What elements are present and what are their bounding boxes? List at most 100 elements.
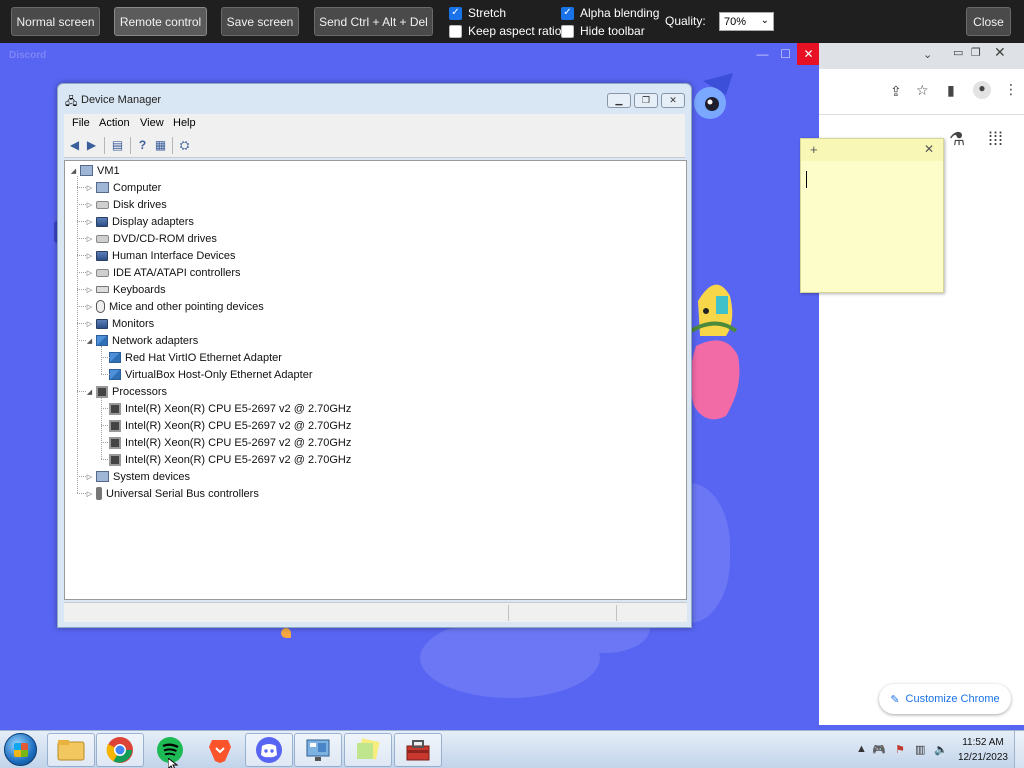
collapse-arrow-icon[interactable]: ◢ <box>85 337 94 345</box>
expand-arrow-icon[interactable]: ▷ <box>85 303 94 311</box>
sticky-notes-icon[interactable] <box>344 733 392 767</box>
scan-hardware-icon[interactable]: ⛭ <box>176 137 193 153</box>
close-icon[interactable]: ✕ <box>994 44 1006 61</box>
show-desktop-button[interactable] <box>1014 731 1024 768</box>
close-icon[interactable]: ✕ <box>661 93 685 108</box>
back-arrow-icon[interactable]: ◀ <box>66 137 83 153</box>
tree-category-item[interactable]: ◢ Processors <box>85 383 167 400</box>
brave-icon[interactable] <box>196 733 244 767</box>
apps-grid-icon[interactable]: ⁞⁞⁞ <box>988 129 1003 150</box>
menu-file[interactable]: File <box>72 117 90 129</box>
minimize-icon[interactable]: — <box>751 43 774 65</box>
discord-icon[interactable] <box>245 733 293 767</box>
quality-select[interactable]: 70% ⌄ <box>719 12 774 31</box>
save-screen-button[interactable]: Save screen <box>221 7 299 36</box>
collapse-arrow-icon[interactable]: ◢ <box>85 388 94 396</box>
tree-device-item[interactable]: VirtualBox Host-Only Ethernet Adapter <box>109 366 313 383</box>
restore-icon[interactable]: ❐ <box>634 93 658 108</box>
expand-arrow-icon[interactable]: ▷ <box>85 201 94 209</box>
network-icon[interactable]: ▥ <box>915 743 925 756</box>
tree-category-item[interactable]: ▷ Keyboards <box>85 281 166 298</box>
expand-arrow-icon[interactable]: ▷ <box>85 252 94 260</box>
side-panel-icon[interactable]: ▮ <box>947 82 955 99</box>
labs-flask-icon[interactable]: ⚗ <box>949 129 965 150</box>
expand-arrow-icon[interactable]: ▷ <box>85 269 94 277</box>
action-center-icon[interactable]: ⚑ <box>895 743 905 756</box>
forward-arrow-icon[interactable]: ▶ <box>83 137 100 153</box>
keep-aspect-ratio-option[interactable]: Keep aspect ratio <box>449 24 561 38</box>
expand-arrow-icon[interactable]: ▷ <box>85 218 94 226</box>
sticky-note[interactable]: + ✕ <box>800 138 944 293</box>
tree-category-item[interactable]: ▷ Human Interface Devices <box>85 247 236 264</box>
star-icon[interactable]: ☆ <box>916 82 929 99</box>
toolbox-icon[interactable] <box>394 733 442 767</box>
expand-arrow-icon[interactable]: ▷ <box>85 235 94 243</box>
file-explorer-icon[interactable] <box>47 733 95 767</box>
network-icon <box>109 369 121 380</box>
share-icon[interactable]: ⇪ <box>890 83 902 100</box>
tree-device-item[interactable]: Red Hat VirtIO Ethernet Adapter <box>109 349 282 366</box>
volume-icon[interactable]: 🔈 <box>934 743 948 756</box>
expand-arrow-icon[interactable]: ▷ <box>85 473 94 481</box>
tree-category-item[interactable]: ▷ Monitors <box>85 315 154 332</box>
more-menu-icon[interactable]: ⋮ <box>1004 81 1018 98</box>
keep-aspect-ratio-checkbox[interactable] <box>449 24 462 38</box>
menu-action[interactable]: Action <box>99 117 130 129</box>
stretch-option[interactable]: ✓ Stretch <box>449 6 506 20</box>
tree-device-item[interactable]: Intel(R) Xeon(R) CPU E5-2697 v2 @ 2.70GH… <box>109 417 351 434</box>
discord-tray-icon[interactable]: 🎮 <box>872 743 886 756</box>
tree-category-item[interactable]: ▷ System devices <box>85 468 190 485</box>
show-hidden-icons-icon[interactable]: ▲ <box>856 743 867 755</box>
add-note-icon[interactable]: + <box>810 142 818 157</box>
tree-category-item[interactable]: ▷ Universal Serial Bus controllers <box>85 485 259 502</box>
restore-icon[interactable]: ❐ <box>971 46 981 59</box>
stretch-checkbox[interactable]: ✓ <box>449 6 462 20</box>
remote-control-button[interactable]: Remote control <box>114 7 207 36</box>
usb-icon <box>96 487 102 500</box>
tree-category-item[interactable]: ▷ IDE ATA/ATAPI controllers <box>85 264 241 281</box>
alpha-blending-option[interactable]: ✓ Alpha blending <box>561 6 659 20</box>
close-icon[interactable]: ✕ <box>797 43 819 65</box>
tree-device-item[interactable]: Intel(R) Xeon(R) CPU E5-2697 v2 @ 2.70GH… <box>109 451 351 468</box>
remote-desktop-icon[interactable] <box>294 733 342 767</box>
properties-icon[interactable]: ▤ <box>109 137 126 153</box>
tree-category-item[interactable]: ▷ Computer <box>85 179 162 196</box>
alpha-blending-checkbox[interactable]: ✓ <box>561 6 574 20</box>
chrome-icon[interactable] <box>96 733 144 767</box>
send-ctrl-alt-del-button[interactable]: Send Ctrl + Alt + Del <box>314 7 433 36</box>
expand-arrow-icon[interactable]: ▷ <box>85 286 94 294</box>
close-button[interactable]: Close <box>966 7 1011 36</box>
profile-icon[interactable]: ● <box>973 81 991 99</box>
hide-toolbar-option[interactable]: Hide toolbar <box>561 24 645 38</box>
tree-category-item[interactable]: ▷ Display adapters <box>85 213 194 230</box>
expand-arrow-icon[interactable]: ▷ <box>85 184 94 192</box>
normal-screen-button[interactable]: Normal screen <box>11 7 100 36</box>
tree-device-item[interactable]: Intel(R) Xeon(R) CPU E5-2697 v2 @ 2.70GH… <box>109 434 351 451</box>
device-manager-titlebar[interactable]: 🖧 Device Manager ▁ ❐ ✕ <box>58 84 691 114</box>
maximize-icon[interactable]: ☐ <box>774 43 797 65</box>
tree-connector <box>77 289 86 290</box>
expand-arrow-icon[interactable]: ▷ <box>85 490 94 498</box>
menu-view[interactable]: View <box>140 117 164 129</box>
customize-chrome-button[interactable]: ✎ Customize Chrome <box>879 684 1011 714</box>
minimize-icon[interactable]: ▭ <box>953 46 963 59</box>
resource-view-icon[interactable]: ▦ <box>152 137 169 153</box>
cpu-icon <box>109 419 121 432</box>
collapse-arrow-icon[interactable]: ◢ <box>69 167 78 175</box>
mascot-illustration <box>694 73 733 119</box>
tree-category-item[interactable]: ▷ DVD/CD-ROM drives <box>85 230 217 247</box>
help-icon[interactable]: ? <box>134 137 151 153</box>
tree-category-label: DVD/CD-ROM drives <box>113 232 217 245</box>
minimize-icon[interactable]: ▁ <box>607 93 631 108</box>
close-icon[interactable]: ✕ <box>924 142 934 156</box>
menu-help[interactable]: Help <box>173 117 196 129</box>
tree-device-item[interactable]: Intel(R) Xeon(R) CPU E5-2697 v2 @ 2.70GH… <box>109 400 351 417</box>
tree-category-item[interactable]: ▷ Disk drives <box>85 196 167 213</box>
clock[interactable]: 11:52 AM 12/21/2023 <box>958 735 1008 765</box>
hide-toolbar-checkbox[interactable] <box>561 24 574 38</box>
chevron-down-icon[interactable]: ⌄ <box>923 48 932 61</box>
expand-arrow-icon[interactable]: ▷ <box>85 320 94 328</box>
tree-category-item[interactable]: ▷ Mice and other pointing devices <box>85 298 264 315</box>
device-tree[interactable]: ◢ VM1 ▷ Computer ▷ Disk drives ▷ Display adapte… <box>64 160 687 600</box>
start-button[interactable] <box>4 733 37 766</box>
